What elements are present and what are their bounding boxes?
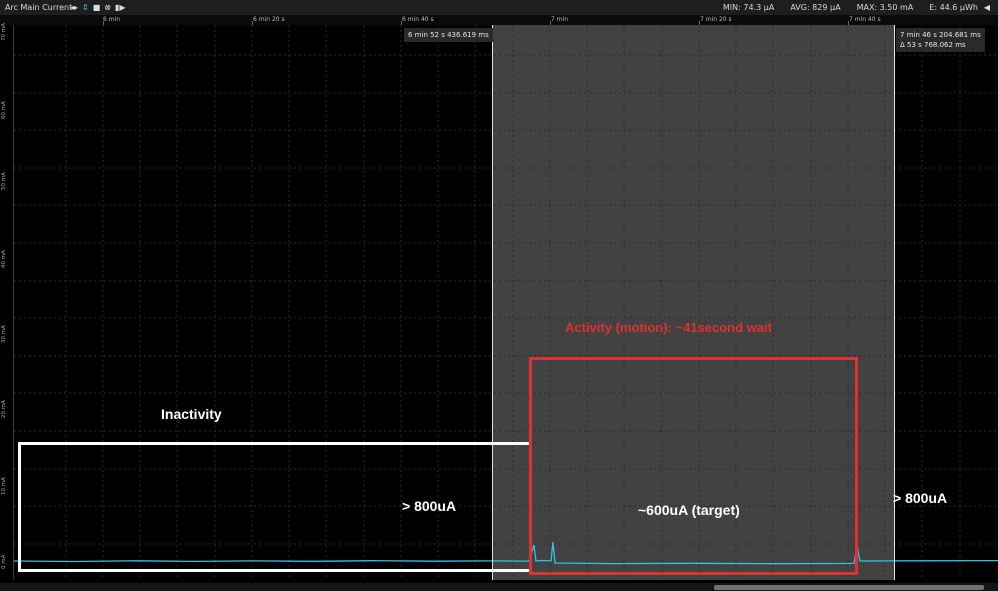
target-current-label: ~600uA (target)	[638, 502, 740, 518]
activity-label: Activity (motion): ~41second wait	[565, 320, 772, 335]
right-current-label: > 800uA	[893, 490, 948, 506]
y-label: 20 mA	[1, 400, 7, 418]
y-label: 0 mA	[1, 554, 7, 569]
inactivity-label: Inactivity	[161, 406, 222, 422]
time-label: 6 min 20 s	[253, 16, 285, 23]
y-label: 70 mA	[1, 23, 7, 41]
close-circle-icon[interactable]: ⊗	[104, 0, 111, 15]
right-cursor-time: 7 min 46 s 204.681 ms	[900, 31, 981, 39]
activity-box	[529, 357, 858, 575]
avg-stat: AVG: 829 µA	[790, 3, 841, 12]
time-label: 6 min	[103, 16, 121, 23]
step-play-icon[interactable]: ▮▶	[115, 0, 126, 15]
y-label: 30 mA	[1, 325, 7, 343]
zoom-arrows-icon[interactable]: ⇕	[82, 0, 89, 15]
min-stat: MIN: 74.3 µA	[722, 3, 775, 12]
scrollbar-thumb[interactable]	[714, 585, 984, 590]
right-cursor-label: 7 min 46 s 204.681 ms Δ 53 s 768.062 ms	[896, 28, 985, 52]
y-label: 40 mA	[1, 250, 7, 268]
stats-panel: MIN: 74.3 µA AVG: 829 µA MAX: 3.50 mA E:…	[723, 0, 978, 15]
toolbar: Arc Main Current ◂▸ ⇕ ■ ⊗ ▮▶ MIN: 74.3 µ…	[0, 0, 998, 15]
stop-icon[interactable]: ■	[93, 0, 101, 15]
time-label: 7 min 20 s	[700, 16, 732, 23]
pan-arrows-icon[interactable]: ◂▸	[70, 0, 78, 15]
energy-stat: E: 44.6 µWh	[929, 3, 978, 12]
time-label: 6 min 40 s	[402, 16, 434, 23]
collapse-icon[interactable]: ◀	[984, 0, 990, 15]
channel-title: Arc Main Current	[5, 3, 73, 12]
toolbar-icons: ◂▸ ⇕ ■ ⊗ ▮▶	[70, 0, 126, 15]
horizontal-scrollbar[interactable]	[0, 583, 998, 591]
max-stat: MAX: 3.50 mA	[856, 3, 914, 12]
time-axis: 6 min 6 min 20 s 6 min 40 s 7 min 7 min …	[0, 15, 998, 25]
y-label: 10 mA	[1, 477, 7, 495]
y-axis: 70 mA 60 mA 50 mA 40 mA 30 mA 20 mA 10 m…	[0, 23, 14, 580]
time-label: 7 min 40 s	[849, 16, 881, 23]
right-cursor-delta: Δ 53 s 768.062 ms	[900, 41, 966, 49]
left-current-label: > 800uA	[402, 498, 457, 514]
y-label: 60 mA	[1, 101, 7, 119]
y-label: 50 mA	[1, 172, 7, 190]
time-label: 7 min	[551, 16, 569, 23]
left-cursor-label: 6 min 52 s 436.619 ms	[404, 28, 493, 42]
